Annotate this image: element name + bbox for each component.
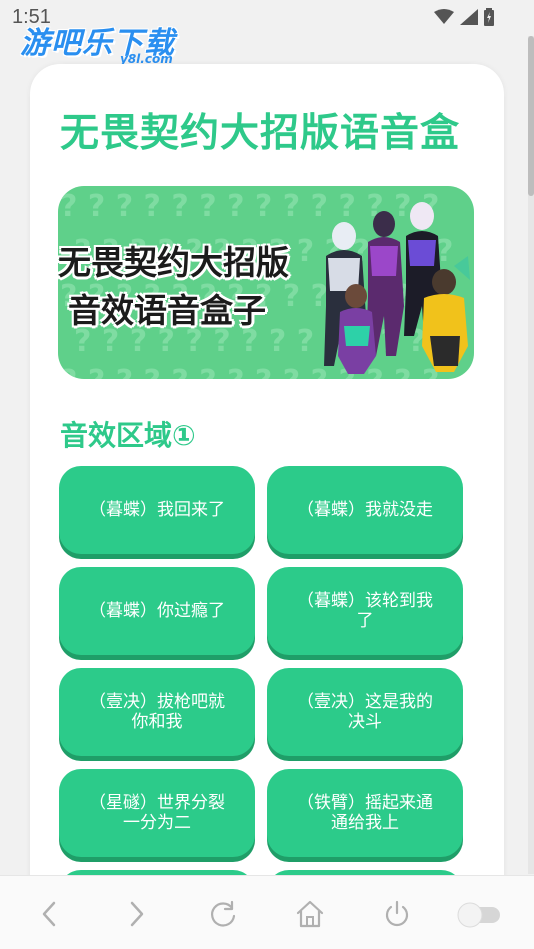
sound-button[interactable]: （暮蝶）我回来了 [59,466,255,554]
banner-title-line2: 音效语音盒子 [68,291,266,330]
screen: 1:51 游吧乐下载 y8l.com 无畏契约大招版语音盒 ? ? ? ? ? … [0,0,534,949]
banner: ? ? ? ? ? ? ? ? ? ? ? ? ? ? ? ? ? ? ? ? … [58,186,474,379]
sound-button[interactable]: （壹决）拔枪吧就你和我 [59,668,255,756]
back-icon[interactable] [32,896,68,932]
watermark-logo: 游吧乐下载 y8l.com [20,18,175,66]
sound-button[interactable]: （暮蝶）你过瘾了 [59,567,255,655]
wifi-icon [434,9,454,24]
home-icon[interactable] [292,896,328,932]
toggle-switch[interactable] [455,896,505,932]
status-icons [434,8,494,26]
content-card: 无畏契约大招版语音盒 ? ? ? ? ? ? ? ? ? ? ? ? ? ? ?… [30,64,504,949]
scrollbar-thumb[interactable] [528,36,534,196]
page-title: 无畏契约大招版语音盒 [60,111,461,156]
sound-button[interactable]: （壹决）这是我的决斗 [267,668,463,756]
sound-button[interactable]: （暮蝶）该轮到我了 [267,567,463,655]
sound-button[interactable]: （铁臂）摇起来通通给我上 [267,769,463,857]
sound-button[interactable]: （暮蝶）我就没走 [267,466,463,554]
power-icon[interactable] [379,896,415,932]
forward-icon[interactable] [118,896,154,932]
battery-icon [484,8,494,26]
banner-title-line1: 无畏契约大招版 [58,243,289,282]
refresh-icon[interactable] [205,896,241,932]
bottom-nav [0,875,534,949]
section-title: 音效区域① [60,419,196,452]
sound-button[interactable]: （星礈）世界分裂一分为二 [59,769,255,857]
agents-illustration [324,202,470,374]
cell-signal-icon [460,9,478,25]
